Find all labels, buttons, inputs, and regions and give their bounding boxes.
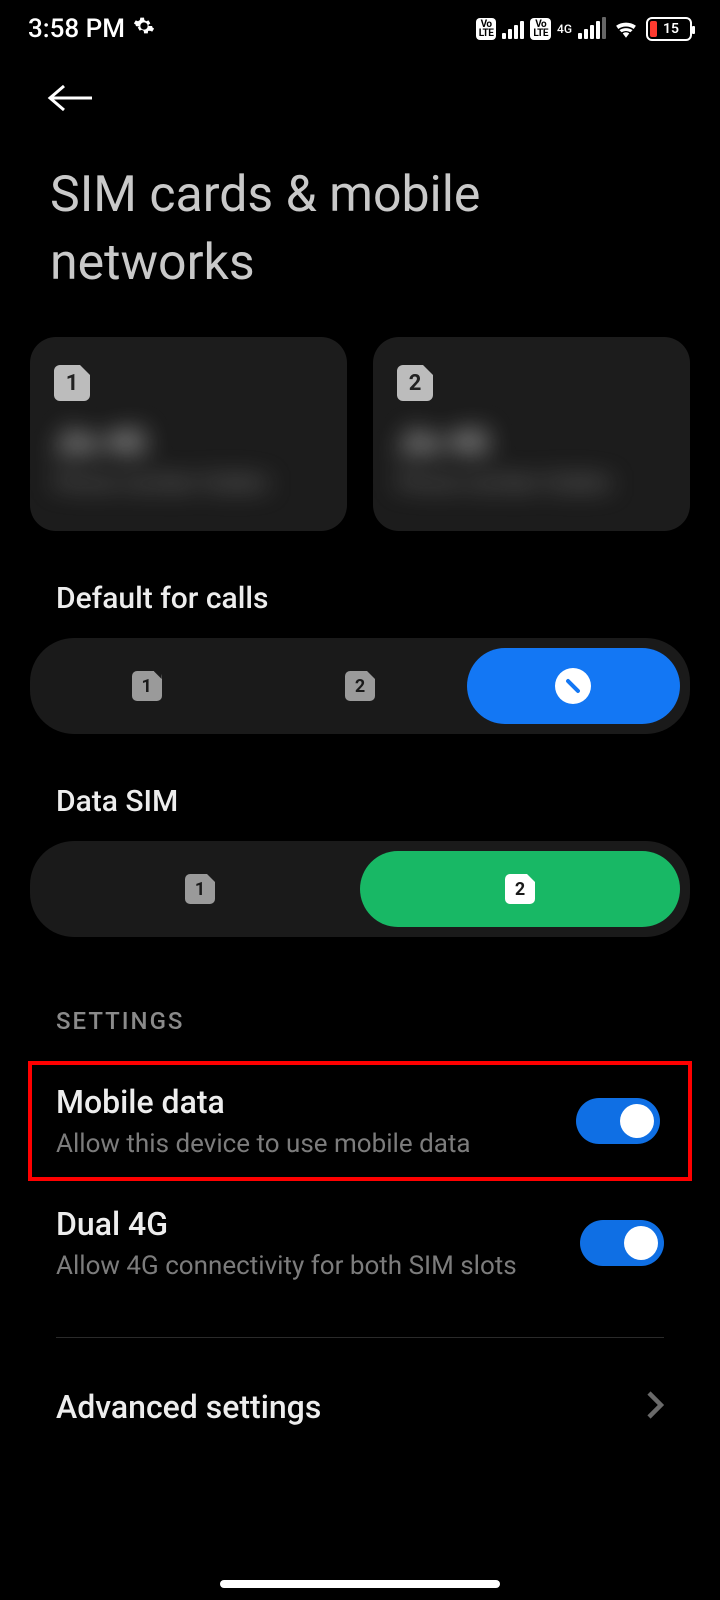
mobile-data-sub: Allow this device to use mobile data xyxy=(56,1129,471,1159)
default-calls-sim1[interactable]: 1 xyxy=(40,648,253,724)
advanced-settings-title: Advanced settings xyxy=(56,1388,321,1426)
network-type: 4G xyxy=(557,24,572,34)
default-calls-label: Default for calls xyxy=(0,531,720,638)
battery-icon: 15 xyxy=(646,17,692,41)
data-sim-1[interactable]: 1 xyxy=(40,851,360,927)
volte-badge-2: VoLTE xyxy=(530,18,551,40)
data-sim-2[interactable]: 2 xyxy=(360,851,680,927)
volte-badge-1: VoLTE xyxy=(476,18,497,40)
dual-4g-toggle[interactable] xyxy=(580,1220,664,1266)
sim-info-blurred: Jio 4G Phone number hidden xyxy=(54,423,323,496)
not-set-icon xyxy=(555,668,591,704)
dual-4g-row[interactable]: Dual 4G Allow 4G connectivity for both S… xyxy=(0,1183,720,1307)
dual-4g-title: Dual 4G xyxy=(56,1205,517,1243)
mobile-data-row[interactable]: Mobile data Allow this device to use mob… xyxy=(32,1065,688,1177)
data-sim-selector: 1 2 xyxy=(30,841,690,937)
status-bar: 3:58 PM VoLTE VoLTE 4G 15 xyxy=(0,0,720,54)
wifi-icon xyxy=(612,18,640,40)
status-left: 3:58 PM xyxy=(28,14,155,44)
default-calls-sim2[interactable]: 2 xyxy=(253,648,466,724)
sim-chip-icon: 1 xyxy=(54,365,90,401)
mobile-data-title: Mobile data xyxy=(56,1083,471,1121)
dual-4g-sub: Allow 4G connectivity for both SIM slots xyxy=(56,1251,517,1281)
sim-chip-icon: 2 xyxy=(397,365,433,401)
gear-icon xyxy=(133,14,155,44)
highlight-annotation: Mobile data Allow this device to use mob… xyxy=(28,1061,692,1181)
advanced-settings-row[interactable]: Advanced settings xyxy=(0,1338,720,1456)
signal-bars-2 xyxy=(578,19,606,39)
default-calls-selector: 1 2 xyxy=(30,638,690,734)
clock: 3:58 PM xyxy=(28,14,125,44)
battery-percent: 15 xyxy=(650,21,692,37)
home-indicator[interactable] xyxy=(220,1580,500,1588)
back-button[interactable] xyxy=(46,78,690,122)
sim-card-2[interactable]: 2 Jio 4G Phone number hidden xyxy=(373,337,690,531)
default-calls-not-set[interactable] xyxy=(467,648,680,724)
page-title: SIM cards & mobile networks xyxy=(0,132,720,337)
signal-bars-1 xyxy=(502,19,524,39)
sim-cards-row: 1 Jio 4G Phone number hidden 2 Jio 4G Ph… xyxy=(0,337,720,531)
status-right: VoLTE VoLTE 4G 15 xyxy=(476,17,692,41)
sim-info-blurred: Jio 4G Phone number hidden xyxy=(397,423,666,496)
mobile-data-toggle[interactable] xyxy=(576,1098,660,1144)
settings-header: SETTINGS xyxy=(0,937,720,1059)
sim-card-1[interactable]: 1 Jio 4G Phone number hidden xyxy=(30,337,347,531)
data-sim-label: Data SIM xyxy=(0,734,720,841)
chevron-right-icon xyxy=(646,1390,664,1424)
